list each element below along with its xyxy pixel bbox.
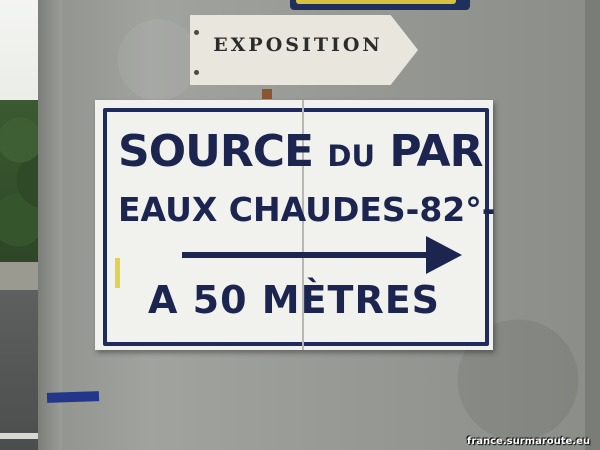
word-du: DU [327, 139, 376, 173]
photo-scene: EXPOSITION SOURCE DU PAR EAUX CHAUDES-82… [0, 0, 600, 450]
screw [194, 30, 199, 35]
yellow-paint-mark [115, 258, 120, 288]
top-sign-remnant [290, 0, 470, 10]
word-par: PAR [389, 126, 483, 177]
screw [194, 70, 199, 75]
sign-line-source: SOURCE DU PAR [118, 126, 484, 177]
watermark: france.surmaroute.eu [466, 436, 590, 447]
arrow-head-icon [426, 236, 462, 274]
sign-line-distance: A 50 MÈTRES [148, 278, 441, 322]
arrow-right-icon [182, 252, 430, 258]
sign-line-eaux-chaudes: EAUX CHAUDES-82°- [118, 190, 496, 229]
top-sign-face [296, 0, 456, 4]
word-source: SOURCE [118, 126, 314, 177]
rust-bracket [262, 89, 272, 99]
road-marking [0, 433, 40, 439]
pillar-edge [38, 0, 62, 450]
blue-paint-mark [46, 391, 100, 403]
pillar-shadow [585, 0, 600, 450]
exposition-label: EXPOSITION [213, 34, 383, 56]
